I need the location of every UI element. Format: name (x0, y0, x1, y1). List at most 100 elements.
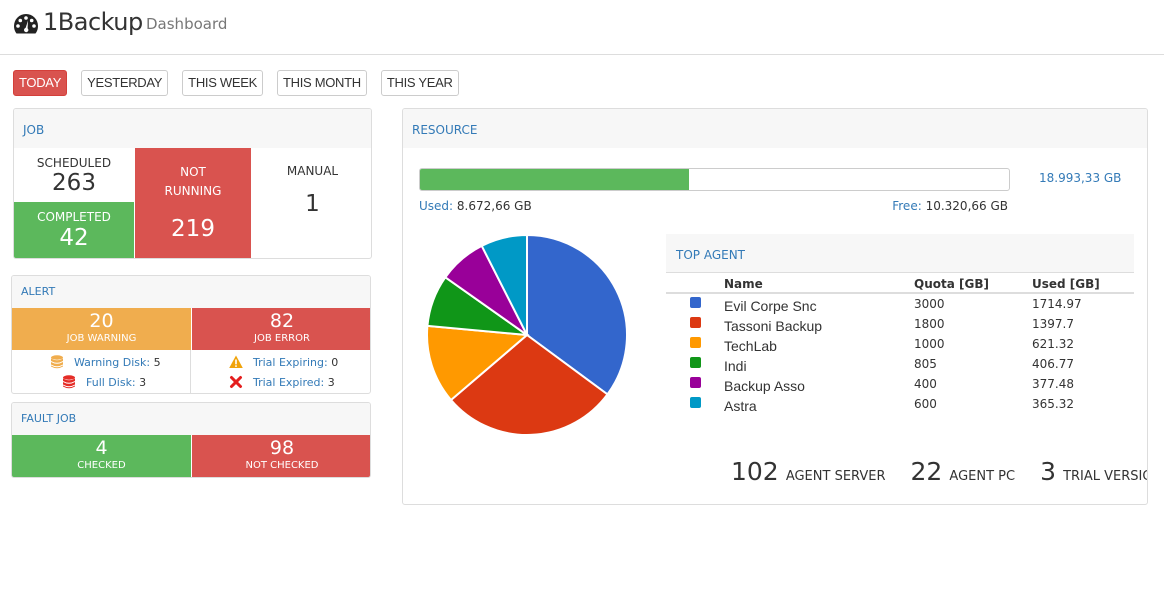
agent-name: Tassoni Backup (724, 318, 823, 334)
warning-disk-count: 5 (153, 355, 161, 369)
total-storage: 18.993,33 GB (1039, 171, 1122, 185)
trial-expiring-label: Trial Expiring: (253, 355, 328, 369)
legend-swatch (690, 397, 701, 408)
not-checked-count: 98 (269, 437, 295, 459)
trial-expired-link[interactable]: Trial Expired: 3 (229, 375, 335, 389)
job-warning-tile[interactable]: 20 JOB WARNING (12, 308, 191, 350)
name-column-header: Name (724, 273, 914, 294)
agent-usage-pie-chart (426, 233, 628, 436)
agent-quota: 600 (914, 397, 937, 411)
scheduled-count: 263 (52, 170, 96, 196)
legend-swatch-cell (666, 374, 724, 394)
legend-swatch (690, 337, 701, 348)
legend-swatch (690, 297, 701, 308)
fault-job-panel: FAULT JOB 4 CHECKED 98 NOT CHECKED (11, 402, 371, 478)
full-disk-link[interactable]: Full Disk: 3 (62, 375, 146, 389)
trial-expired-count: 3 (327, 375, 335, 389)
not-running-jobs-tile[interactable]: NOT RUNNING 219 (135, 148, 251, 258)
trial-expiring-link[interactable]: Trial Expiring: 0 (229, 355, 338, 369)
checked-count: 4 (95, 437, 108, 459)
storage-usage-fill (420, 169, 689, 190)
full-disk-label: Full Disk: (86, 375, 136, 389)
legend-swatch-cell (666, 314, 724, 334)
used-column-header: Used [GB] (1032, 273, 1134, 294)
agent-used: 1397.7 (1032, 317, 1074, 331)
table-row[interactable]: Tassoni Backup 1800 1397.7 (666, 314, 1134, 334)
app-title: 1Backup (43, 8, 143, 36)
agent-name: Evil Corpe Snc (724, 298, 817, 314)
disk-alerts: Warning Disk: 5 Full Disk: 3 (12, 350, 191, 393)
swatch-column-header (666, 273, 724, 294)
tab-yesterday[interactable]: YESTERDAY (81, 70, 169, 96)
not-checked-label: NOT CHECKED (245, 460, 319, 471)
agent-server-count: 102 AGENT SERVER (731, 457, 886, 486)
database-icon (63, 375, 75, 389)
warning-disk-link[interactable]: Warning Disk: 5 (50, 355, 161, 369)
legend-swatch-cell (666, 354, 724, 374)
warning-triangle-icon (229, 355, 243, 368)
table-row[interactable]: Backup Asso 400 377.48 (666, 374, 1134, 394)
job-panel-title: JOB (14, 109, 371, 148)
warning-disk-label: Warning Disk: (74, 355, 151, 369)
top-agent-title: TOP AGENT (666, 234, 1134, 273)
trial-expired-label: Trial Expired: (253, 375, 325, 389)
table-row[interactable]: TechLab 1000 621.32 (666, 334, 1134, 354)
table-row[interactable]: Indi 805 406.77 (666, 354, 1134, 374)
page-header: 1Backup Dashboard (0, 0, 1164, 55)
agent-used: 365.32 (1032, 397, 1074, 411)
database-icon (51, 355, 63, 369)
tab-this-month[interactable]: THIS MONTH (276, 70, 367, 96)
not-running-count: 219 (171, 216, 215, 242)
not-running-label: NOT RUNNING (164, 165, 222, 198)
agent-quota: 400 (914, 377, 937, 391)
agent-server-value: 102 (731, 457, 779, 486)
free-value: 10.320,66 GB (925, 199, 1008, 213)
used-storage: Used: 8.672,66 GB (419, 199, 532, 213)
legend-swatch (690, 377, 701, 388)
job-error-tile[interactable]: 82 JOB ERROR (192, 308, 370, 350)
close-x-icon (230, 376, 242, 388)
agent-quota: 1800 (914, 317, 945, 331)
tab-today[interactable]: TODAY (13, 70, 68, 96)
agent-used: 1714.97 (1032, 297, 1082, 311)
dashboard-gauge-icon (13, 14, 39, 34)
table-row[interactable]: Astra 600 365.32 (666, 394, 1134, 414)
legend-swatch-cell (666, 334, 724, 354)
not-checked-tile[interactable]: 98 NOT CHECKED (192, 435, 370, 477)
agent-name: TechLab (724, 338, 777, 354)
tab-this-year[interactable]: THIS YEAR (380, 70, 459, 96)
agent-pc-value: 22 (910, 457, 943, 486)
agent-server-label: AGENT SERVER (785, 469, 886, 484)
checked-label: CHECKED (77, 460, 126, 471)
legend-swatch (690, 317, 701, 328)
used-value: 8.672,66 GB (456, 199, 532, 213)
completed-count: 42 (59, 225, 89, 251)
alert-panel-title: ALERT (12, 276, 370, 308)
agent-name: Astra (724, 398, 757, 414)
agent-used: 377.48 (1032, 377, 1074, 391)
agent-quota: 3000 (914, 297, 945, 311)
table-row[interactable]: Evil Corpe Snc 3000 1714.97 (666, 293, 1134, 314)
manual-label: MANUAL (286, 164, 339, 178)
fault-job-panel-title: FAULT JOB (12, 403, 370, 435)
free-label: Free: (892, 199, 922, 213)
date-range-tabs: TODAY YESTERDAY THIS WEEK THIS MONTH THI… (13, 70, 473, 96)
legend-swatch-cell (666, 293, 724, 314)
scheduled-jobs-tile[interactable]: SCHEDULED 263 (14, 148, 134, 202)
scheduled-label: SCHEDULED (36, 156, 112, 170)
tab-this-week[interactable]: THIS WEEK (182, 70, 263, 96)
manual-count: 1 (305, 191, 320, 217)
resource-panel: RESOURCE 18.993,33 GB Used: 8.672,66 GB … (402, 108, 1148, 505)
job-warning-count: 20 (89, 310, 114, 332)
job-panel: JOB SCHEDULED 263 COMPLETED 42 NOT RUNNI… (13, 108, 372, 259)
top-agent-section: TOP AGENT Name Quota [GB] Used [GB] Evil… (666, 234, 1134, 414)
alert-panel: ALERT 20 JOB WARNING 82 JOB ERROR Warnin… (11, 275, 371, 394)
checked-tile[interactable]: 4 CHECKED (12, 435, 191, 477)
completed-jobs-tile[interactable]: COMPLETED 42 (14, 202, 134, 258)
manual-jobs-tile[interactable]: MANUAL 1 (252, 148, 371, 258)
top-agent-table: Name Quota [GB] Used [GB] Evil Corpe Snc… (666, 273, 1134, 414)
free-storage: Free: 10.320,66 GB (892, 199, 1008, 213)
agent-pc-count: 22 AGENT PC (911, 457, 1016, 486)
storage-usage-bar (419, 168, 1010, 191)
agent-quota: 1000 (914, 337, 945, 351)
